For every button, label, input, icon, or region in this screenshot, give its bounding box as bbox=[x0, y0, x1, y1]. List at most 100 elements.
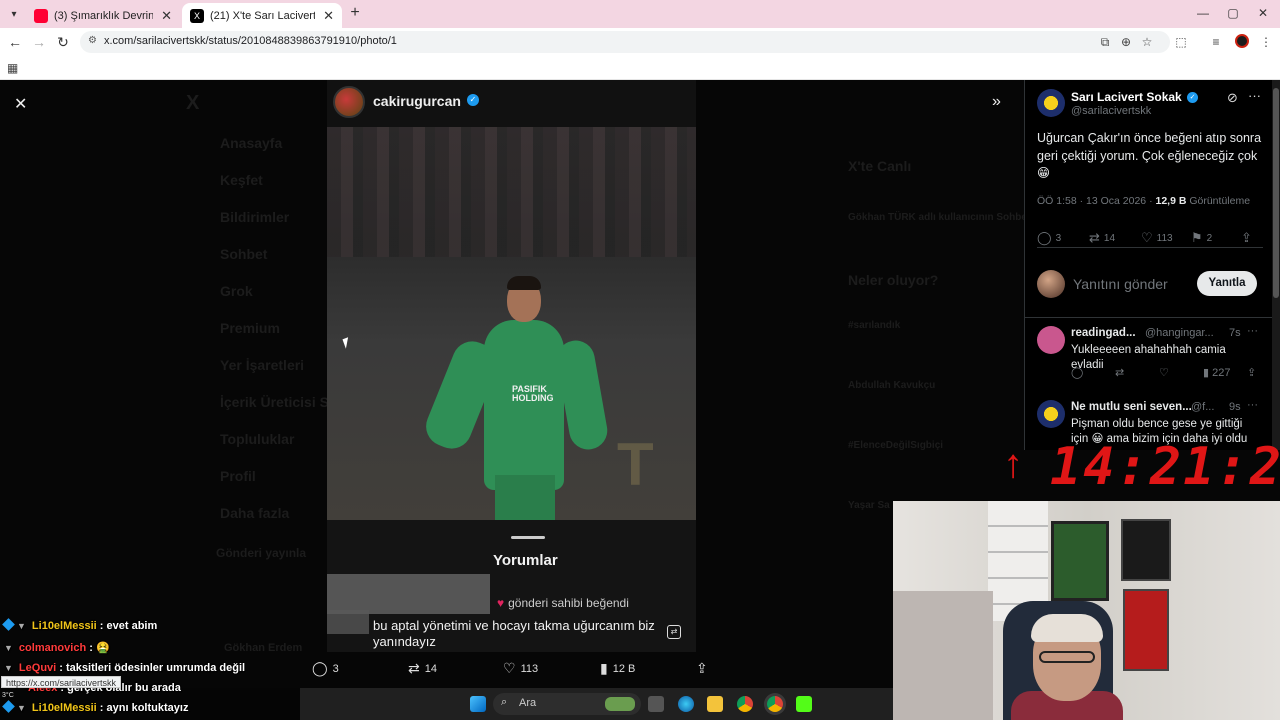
player-shorts bbox=[495, 475, 555, 525]
photo-viewer[interactable]: cakirugurcan ✓ T PASIFIK HOLDING Yorumla… bbox=[327, 80, 696, 652]
task-view-icon[interactable] bbox=[648, 696, 664, 712]
bg-user: Gökhan Erdem bbox=[224, 642, 303, 654]
glasses bbox=[1039, 651, 1095, 663]
room-corner bbox=[893, 591, 993, 720]
maximize-button[interactable]: ▢ bbox=[1226, 6, 1240, 20]
liked-label: gönderi sahibi beğendi bbox=[508, 596, 629, 610]
views-action[interactable]: ▮ 12 B bbox=[600, 660, 635, 677]
views-count: 12 B bbox=[612, 662, 636, 675]
bookmark-action[interactable]: ⚑ 2 bbox=[1191, 230, 1212, 246]
retweet-icon[interactable]: ⇄ bbox=[1115, 366, 1124, 379]
reply-icon[interactable]: ◯ bbox=[1071, 366, 1083, 379]
chat-text: : 🤮 bbox=[86, 642, 110, 654]
reply-input[interactable]: Yanıtını gönder bbox=[1073, 276, 1168, 292]
retweet-action[interactable]: ⇄ 14 bbox=[1089, 230, 1115, 246]
scrollbar-thumb[interactable] bbox=[1273, 88, 1279, 298]
bg-nav-item: Anasayfa bbox=[220, 135, 283, 151]
share-icon[interactable]: ⇪ bbox=[1247, 366, 1256, 379]
chat-user: Li10elMessii bbox=[31, 620, 97, 632]
back-button[interactable]: ← bbox=[6, 33, 24, 51]
more-options-icon[interactable]: ··· bbox=[1248, 88, 1261, 103]
reply-action[interactable]: ◯ 3 bbox=[312, 660, 339, 677]
bg-nav-item: Daha fazla bbox=[220, 505, 290, 521]
like-count: 113 bbox=[520, 662, 539, 675]
retweet-action[interactable]: ⇄ 14 bbox=[408, 660, 437, 677]
share-action[interactable]: ⇪ bbox=[696, 660, 713, 677]
share-action[interactable]: ⇪ bbox=[1241, 230, 1256, 246]
crowd-background bbox=[327, 127, 696, 257]
grok-icon[interactable]: ⊘ bbox=[1227, 90, 1238, 106]
bookmark-star-icon[interactable]: ☆ bbox=[1139, 34, 1155, 50]
reply-avatar[interactable] bbox=[1037, 326, 1065, 354]
close-photo-icon[interactable]: ✕ bbox=[14, 94, 27, 114]
site-info-icon[interactable]: ⚙ bbox=[88, 35, 102, 49]
profile-avatar[interactable] bbox=[1235, 34, 1249, 48]
file-explorer-icon[interactable] bbox=[707, 696, 723, 712]
chat-arrow-icon: ▼ bbox=[4, 643, 13, 653]
bg-nav-item: Grok bbox=[220, 283, 253, 299]
reply-button[interactable]: Yanıtla bbox=[1197, 271, 1257, 296]
retweet-icon: ⇄ bbox=[1089, 230, 1100, 245]
apps-grid-icon[interactable]: ▦ bbox=[7, 61, 18, 75]
chrome-icon[interactable] bbox=[737, 696, 753, 712]
media-controls-icon[interactable]: ≡ bbox=[1208, 34, 1224, 50]
close-window-button[interactable]: ✕ bbox=[1256, 6, 1270, 20]
reply-icon: ◯ bbox=[1037, 230, 1052, 245]
wall-frame bbox=[1051, 521, 1109, 601]
tweet-views: 12,9 B bbox=[1155, 195, 1187, 207]
minimize-button[interactable]: — bbox=[1196, 6, 1210, 20]
wall-frame bbox=[1123, 589, 1169, 671]
bg-right-item: #ElenceDeğilSıgbiçi bbox=[848, 440, 944, 451]
tab-x-active[interactable]: X (21) X'te Sarı Lacivert Sokak: "Uğ ✕ bbox=[182, 3, 342, 28]
collapse-panel-icon[interactable]: » bbox=[992, 93, 1001, 111]
tab-search-icon[interactable]: ▾ bbox=[4, 4, 24, 24]
bg-nav-item: Topluluklar bbox=[220, 431, 295, 447]
bg-nav-item: Bildirimler bbox=[220, 209, 290, 225]
tweet-time[interactable]: ÖÖ 1:58 · 13 Oca 2026 · bbox=[1037, 195, 1155, 207]
address-bar[interactable]: ⚙ x.com/sarilacivertskk/status/201084883… bbox=[80, 31, 1170, 53]
more-options-icon[interactable]: ··· bbox=[1247, 399, 1258, 411]
bookmarks-bar: ▦ bbox=[0, 56, 1280, 80]
new-tab-button[interactable]: + bbox=[346, 4, 364, 22]
tweet-text: Uğurcan Çakır'ın önce beğeni atıp sonra … bbox=[1037, 131, 1262, 180]
views-action[interactable]: ▮ 227 bbox=[1203, 366, 1230, 379]
views-label: Görüntüleme bbox=[1186, 195, 1251, 207]
menu-icon[interactable]: ⋮ bbox=[1258, 34, 1274, 50]
like-action[interactable]: ♡ 113 bbox=[503, 660, 538, 677]
browser-tab-bar: ▾ (3) Şımarıklık Devrine İsyan... Ge ✕ X… bbox=[0, 0, 1280, 28]
forward-button[interactable]: → bbox=[30, 33, 48, 51]
taskbar-search[interactable]: ⌕ Ara bbox=[493, 693, 641, 715]
author-name[interactable]: Sarı Lacivert Sokak ✓ bbox=[1071, 90, 1199, 104]
tweet-meta: ÖÖ 1:58 · 13 Oca 2026 · 12,9 B Görüntüle… bbox=[1037, 195, 1250, 207]
bg-nav-item: Yer İşaretleri bbox=[220, 357, 305, 373]
youtube-favicon-icon bbox=[34, 8, 48, 23]
heart-icon[interactable]: ♡ bbox=[1159, 366, 1169, 379]
author-name-text: Sarı Lacivert Sokak bbox=[1071, 90, 1182, 104]
search-icon: ⌕ bbox=[501, 696, 508, 708]
reply-author[interactable]: Ne mutlu seni seven... bbox=[1071, 401, 1192, 413]
tab-youtube[interactable]: (3) Şımarıklık Devrine İsyan... Ge ✕ bbox=[26, 3, 180, 28]
extensions-icon[interactable]: ⬚ bbox=[1173, 34, 1189, 50]
windows-start-icon[interactable] bbox=[470, 696, 486, 712]
reply-avatar[interactable] bbox=[1037, 400, 1065, 428]
chrome-active-icon[interactable] bbox=[767, 696, 783, 712]
zoom-icon[interactable]: ⊕ bbox=[1118, 34, 1134, 50]
bg-right-item: X'te Canlı bbox=[848, 158, 912, 174]
like-action[interactable]: ♡ 113 bbox=[1141, 230, 1173, 246]
windows-taskbar: ⌕ Ara bbox=[300, 688, 893, 720]
more-options-icon[interactable]: ··· bbox=[1247, 325, 1258, 337]
tab-close-icon[interactable]: ✕ bbox=[161, 8, 172, 24]
heart-icon: ♡ bbox=[1141, 230, 1153, 245]
reply-author[interactable]: readingad... bbox=[1071, 327, 1136, 339]
app-icon[interactable] bbox=[796, 696, 812, 712]
reload-button[interactable]: ↻ bbox=[54, 33, 72, 51]
instagram-username: cakirugurcan bbox=[373, 93, 461, 109]
chat-user: LeQuvi bbox=[18, 662, 57, 674]
author-handle[interactable]: @sarilacivertskk bbox=[1071, 105, 1151, 117]
reply-action[interactable]: ◯ 3 bbox=[1037, 230, 1061, 246]
tab-close-icon[interactable]: ✕ bbox=[323, 8, 334, 24]
author-avatar[interactable] bbox=[1037, 89, 1065, 117]
edge-icon[interactable] bbox=[678, 696, 694, 712]
search-highlight-icon bbox=[605, 697, 635, 711]
install-app-icon[interactable]: ⧉ bbox=[1097, 34, 1113, 50]
